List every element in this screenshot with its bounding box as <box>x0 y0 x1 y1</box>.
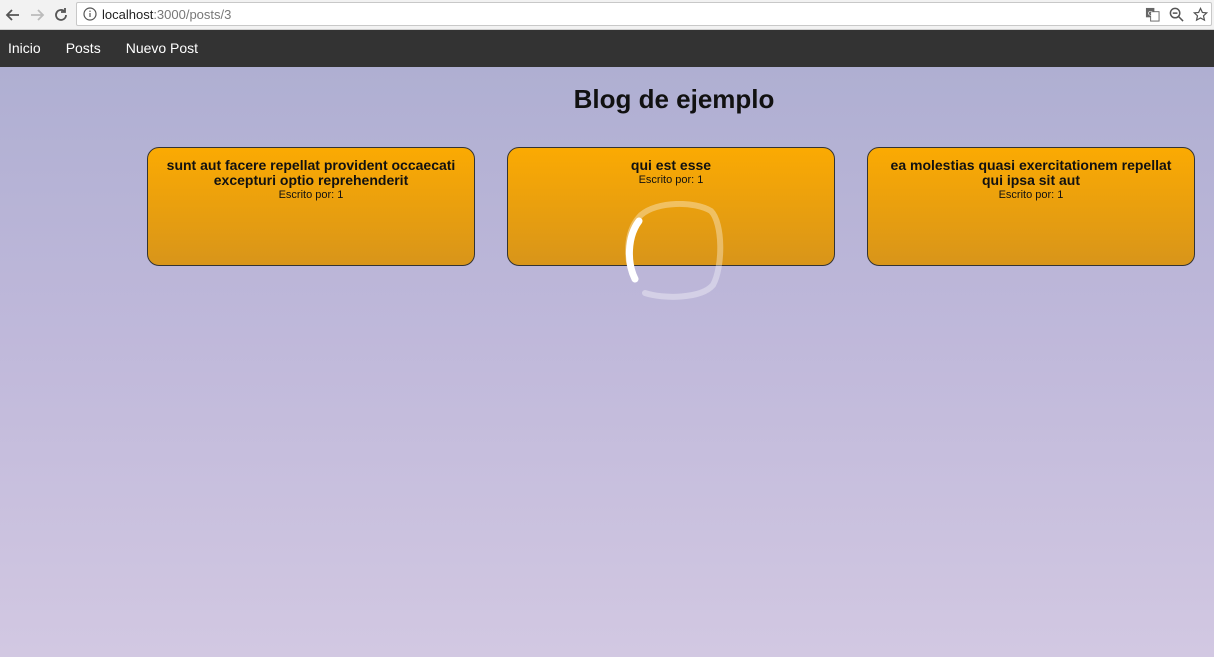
main-content: Blog de ejemplo sunt aut facere repellat… <box>0 67 1214 657</box>
info-icon[interactable] <box>83 7 97 21</box>
post-title: sunt aut facere repellat provident occae… <box>166 157 456 188</box>
url-path: :3000/posts/3 <box>153 6 232 22</box>
nav-link-nuevo-post[interactable]: Nuevo Post <box>113 30 210 67</box>
post-title: qui est esse <box>630 157 712 173</box>
post-card[interactable]: sunt aut facere repellat provident occae… <box>147 147 475 266</box>
forward-icon[interactable] <box>26 4 48 26</box>
nav-link-posts[interactable]: Posts <box>53 30 113 67</box>
url-host: localhost <box>102 6 154 22</box>
svg-text:G: G <box>1147 9 1152 17</box>
star-icon[interactable] <box>1191 5 1209 23</box>
reload-icon[interactable] <box>50 4 72 26</box>
post-title: ea molestias quasi exercitationem repell… <box>890 157 1172 188</box>
post-card[interactable]: ea molestias quasi exercitationem repell… <box>867 147 1195 266</box>
zoom-out-icon[interactable] <box>1167 5 1185 23</box>
post-author: Escrito por: 1 <box>998 189 1064 201</box>
translate-icon[interactable]: G <box>1143 5 1161 23</box>
nav-link-inicio[interactable]: Inicio <box>0 30 53 67</box>
loading-spinner <box>623 200 725 300</box>
post-author: Escrito por: 1 <box>638 174 704 186</box>
address-bar[interactable]: localhost:3000/posts/3 G <box>76 2 1212 26</box>
browser-toolbar: localhost:3000/posts/3 G <box>0 0 1214 30</box>
post-author: Escrito por: 1 <box>278 189 344 201</box>
page-title: Blog de ejemplo <box>573 84 775 114</box>
back-icon[interactable] <box>2 4 24 26</box>
main-nav: Inicio Posts Nuevo Post <box>0 30 1214 67</box>
